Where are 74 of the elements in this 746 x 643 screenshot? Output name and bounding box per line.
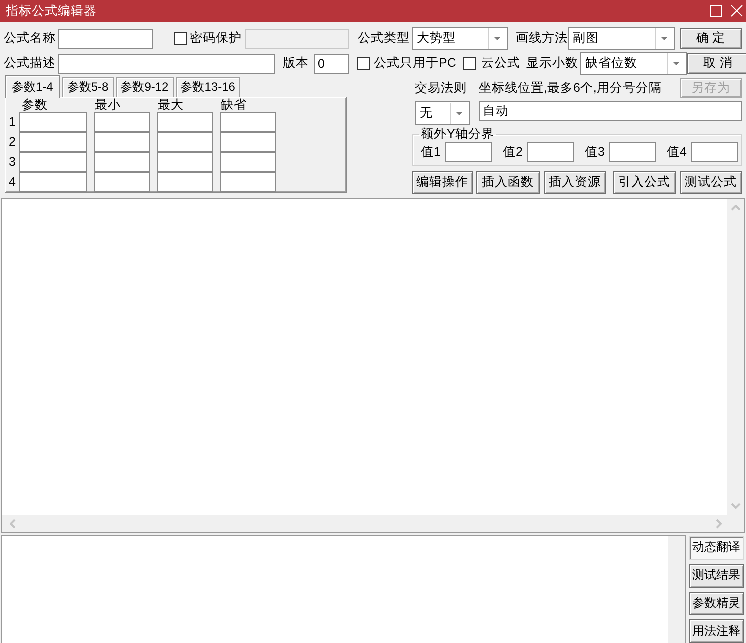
value-field[interactable]: [445, 142, 492, 162]
field-label: 值1: [421, 144, 442, 160]
field-label: 公式类型: [358, 31, 411, 46]
field-label: 版本: [283, 56, 310, 71]
param-input[interactable]: [94, 112, 150, 132]
param-tab[interactable]: 参数5-8: [62, 77, 114, 97]
value-field[interactable]: [691, 142, 738, 162]
param-input[interactable]: [220, 132, 276, 152]
tool-button[interactable]: 插入资源: [544, 171, 606, 194]
field-label: 公式描述: [4, 56, 57, 71]
param-input[interactable]: [19, 152, 87, 172]
group-label: 额外Y轴分界: [420, 127, 496, 141]
vertical-scrollbar[interactable]: [668, 536, 685, 643]
field-label: 交易法则: [415, 80, 468, 96]
dropdown[interactable]: 无: [415, 101, 470, 125]
param-input[interactable]: [19, 132, 87, 152]
axis-lines-field[interactable]: 自动: [479, 101, 742, 121]
dropdown[interactable]: 副图: [568, 27, 675, 50]
checkbox[interactable]: [357, 57, 370, 70]
row-number: 1: [8, 114, 17, 131]
field-label: 公式名称: [4, 31, 57, 46]
dropdown[interactable]: 大势型: [412, 27, 508, 50]
param-tab[interactable]: 参数9-12: [116, 77, 174, 97]
param-input[interactable]: [157, 152, 213, 172]
side-tab[interactable]: 参数精灵: [689, 592, 744, 616]
param-input[interactable]: [157, 112, 213, 132]
param-input[interactable]: [220, 172, 276, 192]
param-input[interactable]: [94, 132, 150, 152]
value-field[interactable]: [609, 142, 656, 162]
dropdown[interactable]: 缺省位数: [580, 52, 688, 75]
param-input[interactable]: [157, 132, 213, 152]
param-input[interactable]: [19, 172, 87, 192]
param-input[interactable]: [220, 152, 276, 172]
field-label: 值3: [585, 144, 606, 160]
dialog-button[interactable]: 取 消: [687, 53, 746, 74]
field-label: 值4: [667, 144, 688, 160]
row-number: 2: [8, 134, 17, 151]
field-label: 显示小数: [526, 56, 578, 71]
dialog-button[interactable]: 确 定: [680, 28, 742, 49]
tool-button[interactable]: 测试公式: [680, 171, 742, 194]
checkbox[interactable]: [463, 57, 476, 70]
param-input[interactable]: [94, 152, 150, 172]
column-header: 缺省: [220, 99, 248, 112]
window-title: 指标公式编辑器: [6, 2, 97, 20]
description-field[interactable]: [58, 54, 275, 74]
side-tab[interactable]: 测试结果: [689, 564, 744, 588]
side-tab[interactable]: 用法注释: [689, 619, 744, 643]
column-header: 参数: [21, 99, 49, 112]
side-tab[interactable]: 动态翻译: [689, 536, 744, 560]
param-input[interactable]: [157, 172, 213, 192]
column-header: 最大: [157, 99, 185, 112]
field-label: 坐标线位置,最多6个,用分号分隔: [479, 80, 662, 96]
row-number: 3: [8, 154, 17, 171]
param-input[interactable]: [220, 112, 276, 132]
close-icon[interactable]: [731, 5, 743, 17]
tool-button[interactable]: 插入函数: [476, 171, 540, 194]
param-input[interactable]: [94, 172, 150, 192]
name-field[interactable]: [58, 28, 153, 48]
tool-button[interactable]: 引入公式: [613, 171, 676, 194]
field-label: 画线方法: [516, 31, 568, 46]
param-input[interactable]: [19, 112, 87, 132]
checkbox-label: 公式只用于PC: [374, 56, 456, 71]
version-field[interactable]: 0: [314, 54, 349, 74]
checkbox-label: 密码保护: [190, 31, 242, 46]
column-header: 最小: [94, 99, 122, 112]
value-field[interactable]: [527, 142, 574, 162]
maximize-icon[interactable]: [710, 5, 722, 17]
row-number: 4: [8, 174, 17, 191]
param-tab[interactable]: 参数1-4: [5, 75, 60, 98]
tool-button[interactable]: 编辑操作: [412, 171, 473, 194]
field-label: 值2: [503, 144, 524, 160]
checkbox-label: 云公式: [481, 56, 520, 71]
param-tab[interactable]: 参数13-16: [176, 77, 240, 97]
checkbox[interactable]: [174, 32, 187, 45]
